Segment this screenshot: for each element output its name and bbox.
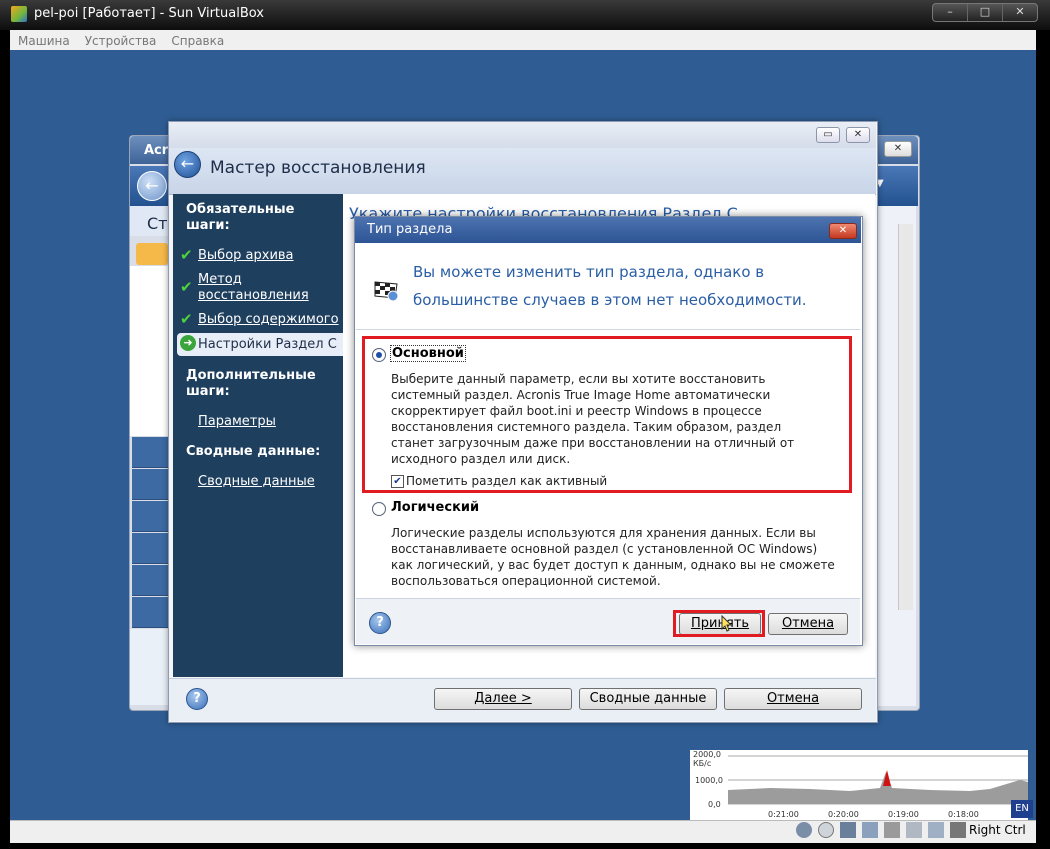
logical-option-description: Логические разделы используются для хран… (391, 526, 835, 588)
bg-backup-icon[interactable] (132, 437, 168, 468)
bg-search-icon[interactable] (132, 597, 168, 628)
step-partition-settings[interactable]: Настройки Раздел С (198, 337, 337, 352)
help-icon[interactable]: ? (186, 688, 208, 710)
bg-recovery-icon[interactable] (132, 469, 168, 500)
next-button-label: Далее > (474, 691, 532, 706)
bg-scrollbar[interactable] (898, 224, 913, 610)
dialog-cancel-button[interactable]: Отмена (768, 613, 848, 635)
dialog-close-button[interactable]: ✕ (829, 223, 857, 239)
bg-drive-icon (130, 629, 170, 705)
keyboard-capture-icon[interactable] (950, 822, 966, 838)
menu-help[interactable]: Справка (163, 31, 231, 48)
host-window-controls: – □ ✕ (932, 3, 1038, 22)
device-icons (796, 822, 966, 838)
network-icon[interactable] (840, 822, 856, 838)
language-indicator[interactable]: EN (1011, 800, 1033, 818)
checkered-flag-icon (374, 281, 399, 302)
bg-home-icon[interactable] (136, 243, 168, 265)
current-step-arrow-icon: ➜ (180, 335, 196, 351)
shared-folders-icon[interactable] (884, 822, 900, 838)
cd-icon[interactable] (818, 822, 834, 838)
host-key-label: Right Ctrl (969, 823, 1026, 837)
usb-icon[interactable] (862, 822, 878, 838)
bg-monitor-icon[interactable] (132, 533, 168, 564)
host-menubar: Машина Устройства Справка (10, 30, 1036, 51)
optional-steps-heading: Дополнительные шаги: (186, 368, 316, 399)
mouse-cursor-icon (721, 615, 733, 632)
step-select-archive[interactable]: Выбор архива (198, 248, 294, 264)
wizard-cancel-button[interactable]: Отмена (724, 688, 862, 710)
bg-left-panel (130, 266, 170, 436)
step-select-content[interactable]: Выбор содержимого (198, 312, 339, 328)
bg-tools-icon[interactable] (132, 565, 168, 596)
background-app-title: Acr (144, 143, 169, 158)
summary-heading: Сводные данные: (186, 444, 321, 459)
step-recovery-method[interactable]: Метод восстановления (198, 272, 323, 304)
logical-option-label[interactable]: Логический (391, 500, 479, 515)
accept-button-highlight (673, 610, 765, 637)
bg-tasks-icon[interactable] (132, 501, 168, 532)
host-window-title: pel-poi [Работает] - Sun VirtualBox (34, 6, 264, 21)
dialog-cancel-label: Отмена (781, 616, 835, 631)
hdd-icon[interactable] (796, 822, 812, 838)
required-steps-heading: Обязательные шаги: (186, 202, 295, 233)
check-icon: ✔ (180, 310, 193, 328)
step-options[interactable]: Параметры (198, 414, 276, 430)
dialog-title: Тип раздела (367, 222, 453, 237)
virtualbox-app-icon (11, 6, 27, 22)
back-arrow-icon[interactable]: ← (174, 151, 201, 178)
wizard-cancel-label: Отмена (766, 691, 820, 706)
close-button[interactable]: ✕ (1003, 4, 1037, 21)
wizard-titlebar (169, 122, 876, 148)
mouse-integration-icon[interactable] (928, 822, 944, 838)
network-activity-graph: 2000,0 КБ/с 1000,0 0,0 0:21:00 0:20:00 0… (690, 750, 1028, 820)
summary-button-label: Сводные данные (589, 691, 707, 706)
dialog-help-icon[interactable]: ? (369, 612, 391, 634)
step-summary[interactable]: Сводные данные (198, 474, 315, 490)
bg-close-button[interactable]: ✕ (884, 141, 912, 157)
wizard-close-button[interactable]: ✕ (846, 127, 870, 143)
display-icon[interactable] (906, 822, 922, 838)
wizard-title: Мастер восстановления (210, 158, 426, 178)
check-icon: ✔ (180, 246, 193, 264)
menu-machine[interactable]: Машина (10, 31, 77, 48)
check-icon: ✔ (180, 278, 193, 296)
dialog-intro-text: Вы можете изменить тип раздела, однако в… (413, 263, 807, 309)
menu-devices[interactable]: Устройства (77, 31, 164, 48)
primary-option-highlight (362, 336, 852, 493)
wizard-sidebar (173, 194, 343, 677)
bg-back-icon[interactable]: ← (137, 171, 167, 201)
minimize-button[interactable]: – (933, 4, 968, 21)
maximize-button[interactable]: □ (968, 4, 1003, 21)
summary-button[interactable]: Сводные данные (579, 688, 717, 710)
next-button[interactable]: Далее > (434, 688, 572, 710)
wizard-restore-button[interactable]: ▭ (816, 127, 840, 143)
radio-logical[interactable] (372, 502, 386, 516)
